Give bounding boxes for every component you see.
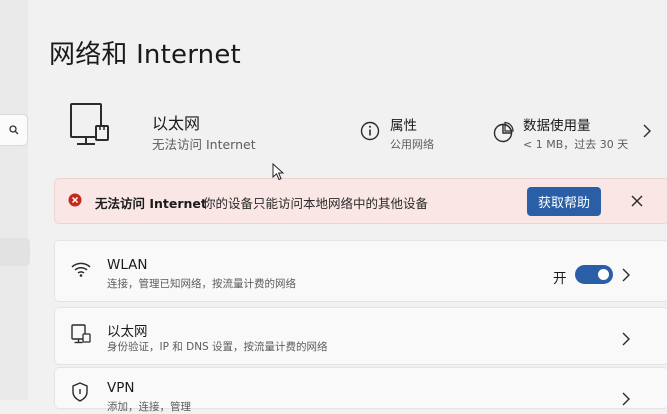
chevron-right-icon[interactable]: [621, 332, 631, 346]
banner-title: 无法访问 Internet: [95, 196, 207, 211]
data-usage-pie-icon: [493, 121, 514, 143]
properties-value: 公用网络: [390, 138, 434, 151]
banner-message: 你的设备只能访问本地网络中的其他设备: [203, 196, 429, 211]
wlan-toggle[interactable]: [575, 265, 613, 284]
vpn-card[interactable]: VPN 添加，连接，管理: [54, 367, 667, 413]
mouse-cursor-icon: [272, 163, 284, 181]
toggle-knob: [598, 269, 609, 280]
close-icon[interactable]: [630, 194, 644, 208]
ethernet-status: 无法访问 Internet: [152, 137, 256, 152]
ethernet-monitor-icon: [71, 324, 91, 344]
get-help-button[interactable]: 获取帮助: [527, 187, 601, 216]
data-usage-value: < 1 MB，过去 30 天: [523, 138, 629, 151]
chevron-right-icon[interactable]: [621, 392, 631, 406]
ethernet-card-description: 身份验证，IP 和 DNS 设置，按流量计费的网络: [107, 341, 328, 353]
sidebar-item[interactable]: [0, 238, 30, 266]
page-title: 网络和 Internet: [49, 40, 241, 70]
shield-icon: [72, 382, 88, 402]
ethernet-monitor-icon: [70, 103, 109, 145]
properties-label[interactable]: 属性: [390, 114, 417, 134]
chevron-right-icon[interactable]: [642, 124, 652, 138]
sidebar-search-box[interactable]: [0, 114, 28, 146]
ethernet-card-title: 以太网: [107, 324, 148, 340]
wlan-toggle-label: 开: [553, 271, 567, 287]
data-usage-label[interactable]: 数据使用量: [523, 114, 591, 134]
search-icon: [8, 125, 18, 135]
vpn-title: VPN: [107, 380, 135, 396]
wlan-title: WLAN: [107, 257, 148, 273]
wifi-icon: [71, 262, 91, 277]
vpn-description: 添加，连接，管理: [107, 401, 191, 413]
error-banner: 无法访问 Internet 你的设备只能访问本地网络中的其他设备 获取帮助: [54, 178, 667, 224]
ethernet-card[interactable]: 以太网 身份验证，IP 和 DNS 设置，按流量计费的网络: [54, 307, 667, 365]
error-icon: [68, 193, 82, 207]
ethernet-name: 以太网: [152, 114, 201, 133]
info-icon: [360, 121, 380, 141]
chevron-right-icon[interactable]: [621, 268, 631, 282]
wlan-description: 连接，管理已知网络，按流量计费的网络: [107, 278, 296, 290]
sidebar: [0, 0, 30, 400]
wlan-card[interactable]: WLAN 连接，管理已知网络，按流量计费的网络 开: [54, 240, 667, 302]
